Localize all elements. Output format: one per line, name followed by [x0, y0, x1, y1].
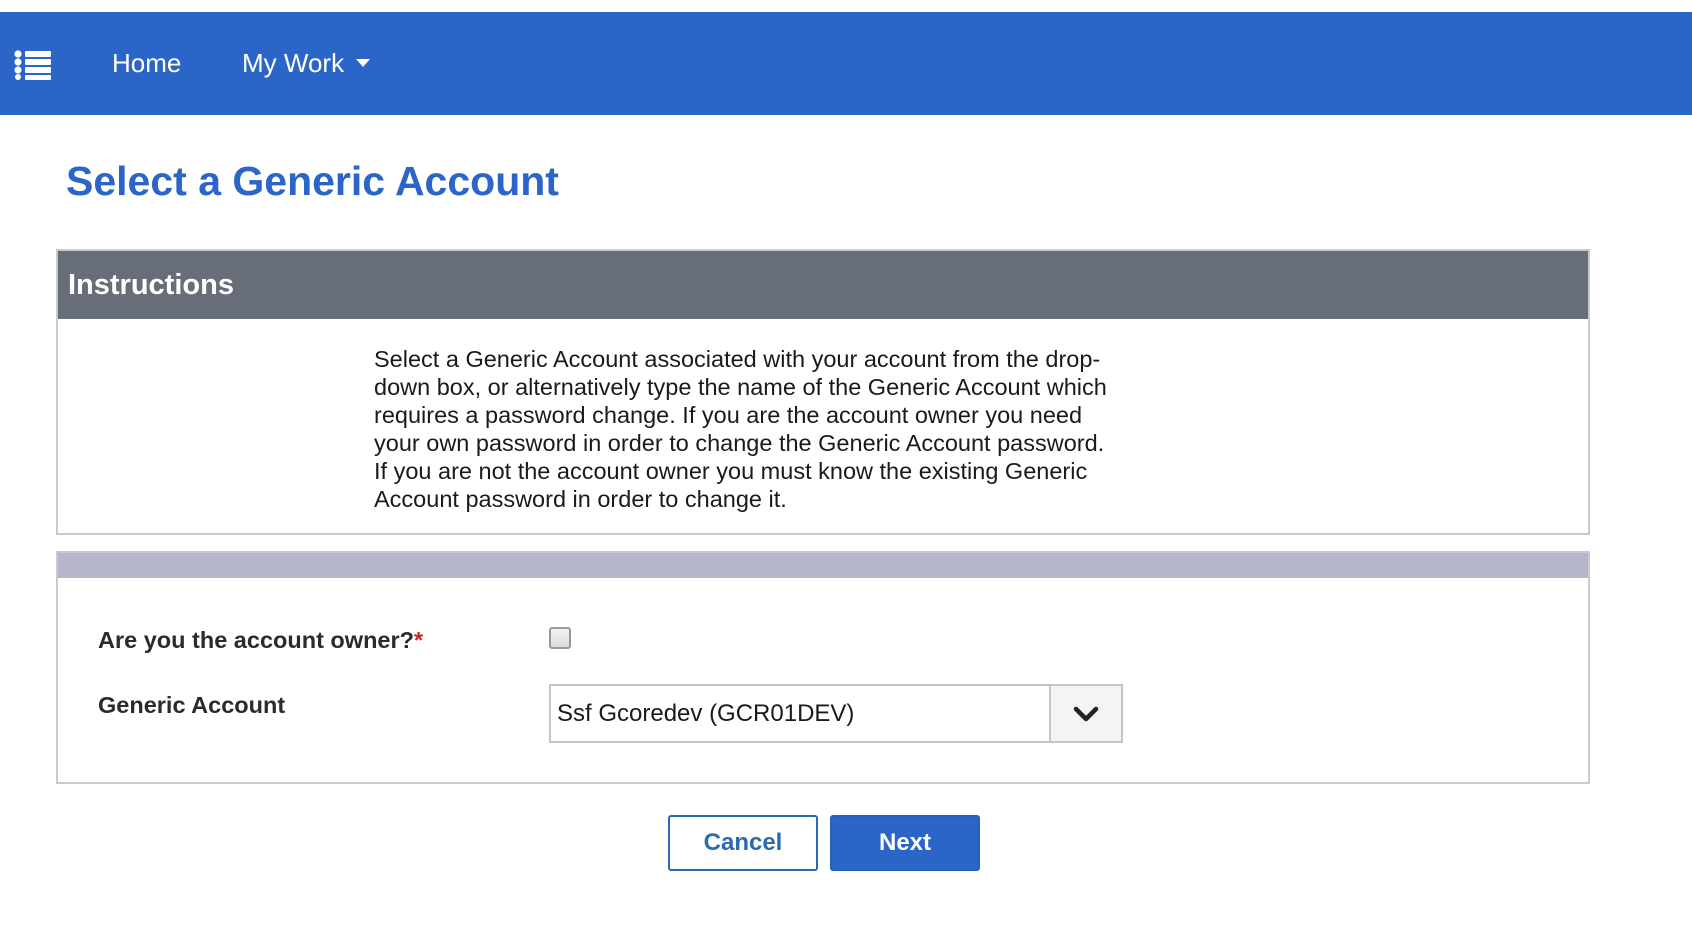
account-owner-checkbox[interactable] — [549, 627, 571, 649]
account-owner-label: Are you the account owner?* — [98, 627, 423, 654]
chevron-down-icon — [1073, 706, 1099, 721]
form-panel: Are you the account owner?* Generic Acco… — [56, 551, 1590, 784]
generic-account-label: Generic Account — [98, 692, 286, 718]
instructions-text: Select a Generic Account associated with… — [374, 346, 1107, 512]
caret-down-icon — [356, 59, 371, 68]
instructions-header: Instructions — [58, 251, 1588, 319]
cancel-button[interactable]: Cancel — [668, 815, 818, 871]
form-header-bar — [58, 553, 1588, 578]
generic-account-value[interactable]: Ssf Gcoredev (GCR01DEV) — [551, 686, 1049, 741]
nav-mywork-dropdown[interactable]: My Work — [242, 12, 371, 115]
top-strip — [0, 0, 1692, 12]
instructions-panel: Instructions Select a Generic Account as… — [56, 249, 1590, 535]
account-owner-label-text: Are you the account owner? — [98, 627, 414, 653]
page-title: Select a Generic Account — [66, 158, 559, 204]
next-button[interactable]: Next — [830, 815, 980, 871]
dropdown-toggle-button[interactable] — [1049, 686, 1121, 741]
list-menu-icon[interactable] — [14, 50, 52, 80]
nav-home-link[interactable]: Home — [112, 12, 181, 115]
nav-mywork-label: My Work — [242, 48, 345, 78]
required-marker: * — [414, 627, 424, 653]
generic-account-select[interactable]: Ssf Gcoredev (GCR01DEV) — [549, 684, 1123, 743]
top-navbar: Home My Work — [0, 12, 1692, 115]
